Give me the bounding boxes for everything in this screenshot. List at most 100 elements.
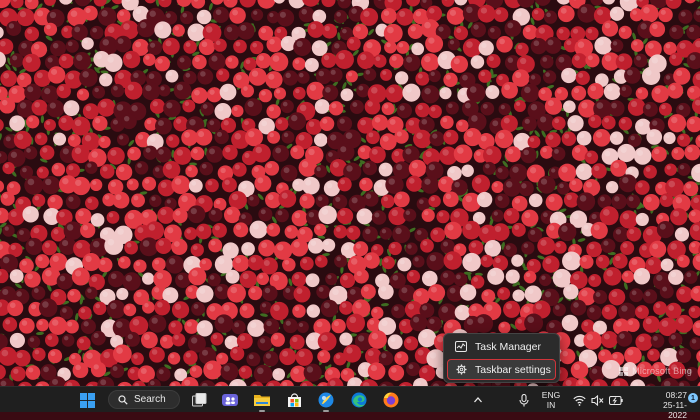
cranberry [382,256,395,269]
cranberry-highlight [217,132,222,137]
cranberry [116,164,132,180]
cranberry-highlight [661,10,666,15]
cranberry [257,273,269,285]
cranberry-highlight [408,304,414,310]
cranberry [123,303,136,316]
cranberry-highlight [530,137,534,141]
cranberry [561,68,576,83]
cranberry [691,164,700,182]
cranberry [264,161,279,176]
cranberry-highlight [600,197,605,202]
cranberry [590,0,603,6]
microphone-button[interactable] [515,391,533,409]
cranberry [79,68,97,86]
cranberry-highlight [294,181,298,185]
battery-button[interactable] [607,391,625,409]
cranberry [131,352,144,365]
cranberry [571,361,589,379]
cranberry-highlight [464,166,468,170]
cranberry-highlight [681,12,686,17]
cranberry-highlight [416,380,421,385]
cranberry-highlight [428,37,434,43]
cranberry-highlight [530,167,536,173]
cranberry-highlight [416,11,421,16]
file-explorer-button[interactable] [253,391,271,409]
app-button[interactable] [317,391,335,409]
cranberry [48,349,62,363]
show-hidden-icons-button[interactable] [469,391,487,409]
chat-button[interactable] [221,391,239,409]
volume-button[interactable] [588,391,606,409]
cranberry [612,253,627,268]
cranberry-highlight [679,135,684,140]
cranberry [274,87,286,99]
cranberry-highlight [299,351,305,357]
edge-button[interactable] [350,391,368,409]
task-view-button[interactable] [190,391,208,409]
cranberry-highlight [12,118,17,123]
cranberry [249,221,267,239]
cranberry-highlight [596,132,602,138]
cranberry-highlight [410,26,415,31]
leaf [577,237,586,242]
cranberry-highlight [670,85,676,91]
cranberry-highlight [460,90,465,95]
cranberry-highlight [75,119,82,126]
cranberry-highlight [206,26,213,33]
cranberry-highlight [421,332,427,338]
cranberry-highlight [241,214,246,219]
cranberry-highlight [679,105,684,110]
cranberry [537,237,555,255]
cranberry [474,314,493,333]
cranberry-highlight [336,257,341,262]
edge-icon [351,392,367,408]
cranberry [237,22,254,39]
cranberry-highlight [317,101,322,106]
cranberry-highlight [559,29,564,34]
microsoft-store-button[interactable] [285,391,303,409]
cranberry [266,37,282,53]
cranberry-highlight [483,257,487,261]
cranberry [177,55,191,69]
menu-item-taskbar-settings[interactable]: Taskbar settings [447,359,556,380]
cranberry [269,52,288,71]
cranberry [90,179,102,191]
cranberry-highlight [188,167,192,171]
notification-badge[interactable]: 1 [688,393,698,403]
cranberry [363,161,377,175]
clock[interactable]: 08:27 25-11-2022 [645,390,687,420]
cranberry-highlight [240,335,246,341]
firefox-button[interactable] [382,391,400,409]
cranberry-highlight [638,215,643,220]
cranberry-highlight [217,106,223,112]
cranberry-highlight [567,195,572,200]
cranberry [266,223,280,237]
language-indicator[interactable]: ENG IN [540,390,562,410]
cranberry [321,300,339,318]
cranberry-highlight [673,211,679,217]
cranberry-highlight [126,305,130,309]
cranberry-highlight [501,323,505,327]
cranberry-highlight [622,87,626,91]
cranberry-highlight [416,291,422,297]
cranberry [651,334,665,348]
cranberry-highlight [257,177,263,183]
cranberry [415,72,429,86]
cranberry [116,288,128,300]
cranberry-highlight [67,322,72,327]
cranberry [540,146,553,159]
start-button[interactable] [78,391,96,409]
cranberry-highlight [20,102,26,108]
cranberry-highlight [144,303,148,307]
cranberry-highlight [211,241,216,246]
cranberry [302,177,320,195]
cranberry-highlight [482,227,489,234]
cranberry [314,224,326,236]
network-button[interactable] [570,391,588,409]
cranberry [626,194,640,208]
cranberry [72,268,90,286]
cranberry-highlight [679,289,685,295]
taskbar-search-box[interactable]: Search [108,390,180,409]
cranberry [647,349,660,362]
menu-item-task-manager[interactable]: Task Manager [447,336,556,357]
